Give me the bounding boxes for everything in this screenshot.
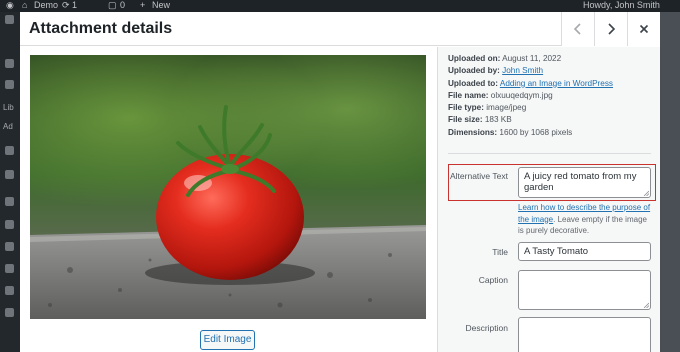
previous-button[interactable]: [561, 12, 594, 46]
edit-image-button[interactable]: Edit Image: [200, 330, 255, 350]
plugins-icon[interactable]: [5, 220, 14, 229]
file-size-value: 183 KB: [484, 115, 512, 125]
tomato-photo: [30, 55, 426, 319]
sidebar-item-add[interactable]: Ad: [3, 122, 13, 131]
uploaded-by-label: Uploaded by:: [448, 66, 500, 76]
modal-title: Attachment details: [29, 20, 173, 37]
comments-icon[interactable]: ▢: [108, 0, 117, 10]
close-button[interactable]: [627, 12, 660, 46]
comments-count: 0: [120, 0, 126, 10]
alt-text-value: A juicy red tomato from my garden: [524, 171, 637, 193]
uploaded-by-link[interactable]: John Smith: [502, 66, 543, 75]
resize-handle-icon[interactable]: [643, 302, 649, 308]
collapse-icon[interactable]: [5, 308, 14, 317]
new-link[interactable]: New: [152, 0, 170, 10]
alt-text-help: Learn how to describe the purpose of the…: [518, 202, 653, 237]
sidebar-item-library[interactable]: Lib: [3, 103, 14, 112]
users-icon[interactable]: [5, 242, 14, 251]
title-label: Title: [492, 247, 508, 257]
file-name-label: File name:: [448, 90, 489, 100]
chevron-left-icon: [573, 23, 581, 35]
caption-field[interactable]: [518, 270, 651, 310]
file-name-value: olxuuqedqym.jpg: [490, 90, 553, 100]
next-button[interactable]: [594, 12, 627, 46]
close-icon: [639, 24, 649, 34]
wordpress-logo-icon[interactable]: ◉: [6, 0, 14, 10]
attachment-details-sidebar: Uploaded on: August 11, 2022 Uploaded by…: [437, 47, 660, 352]
alt-text-field[interactable]: A juicy red tomato from my garden: [518, 167, 651, 198]
modal-header: Attachment details: [20, 12, 660, 46]
plus-icon: +: [140, 0, 146, 10]
dimensions-value: 1600 by 1068 pixels: [499, 127, 573, 137]
title-field[interactable]: A Tasty Tomato: [518, 242, 651, 261]
howdy-user[interactable]: Howdy, John Smith: [583, 0, 660, 10]
admin-bar: ◉ ⌂ Demo ⟳ 1 ▢ 0 + New Howdy, John Smith: [0, 0, 680, 12]
attachment-details-modal: Attachment details Edit Image Uploaded o…: [20, 12, 660, 352]
chevron-right-icon: [608, 23, 616, 35]
page-backdrop: [660, 12, 680, 352]
file-type-value: image/jpeg: [486, 103, 527, 113]
dashboard-icon[interactable]: [5, 15, 14, 24]
settings-icon[interactable]: [5, 286, 14, 295]
file-size-label: File size:: [448, 115, 483, 125]
updates-icon[interactable]: ⟳: [62, 0, 70, 10]
site-name-link[interactable]: Demo: [34, 0, 58, 10]
uploaded-to-link[interactable]: Adding an Image in WordPress: [500, 79, 613, 88]
description-label: Description: [465, 323, 508, 333]
pages-icon[interactable]: [5, 146, 14, 155]
file-metadata: Uploaded on: August 11, 2022 Uploaded by…: [448, 53, 613, 139]
title-value: A Tasty Tomato: [524, 246, 589, 257]
home-icon: ⌂: [22, 0, 28, 10]
uploaded-to-label: Uploaded to:: [448, 78, 499, 88]
updates-count: 1: [72, 0, 78, 10]
uploaded-on-value: August 11, 2022: [502, 54, 562, 63]
uploaded-on-label: Uploaded on:: [448, 54, 501, 63]
admin-sidebar: Lib Ad: [0, 12, 20, 352]
dimensions-label: Dimensions:: [448, 127, 498, 137]
comments-menu-icon[interactable]: [5, 170, 14, 179]
file-type-label: File type:: [448, 103, 484, 113]
tools-icon[interactable]: [5, 264, 14, 273]
appearance-icon[interactable]: [5, 197, 14, 206]
description-field[interactable]: [518, 317, 651, 352]
divider: [448, 153, 651, 154]
caption-label: Caption: [478, 275, 508, 285]
posts-icon[interactable]: [5, 59, 14, 68]
media-preview-panel: Edit Image: [20, 47, 437, 352]
resize-handle-icon[interactable]: [643, 190, 649, 196]
media-icon[interactable]: [5, 80, 14, 89]
